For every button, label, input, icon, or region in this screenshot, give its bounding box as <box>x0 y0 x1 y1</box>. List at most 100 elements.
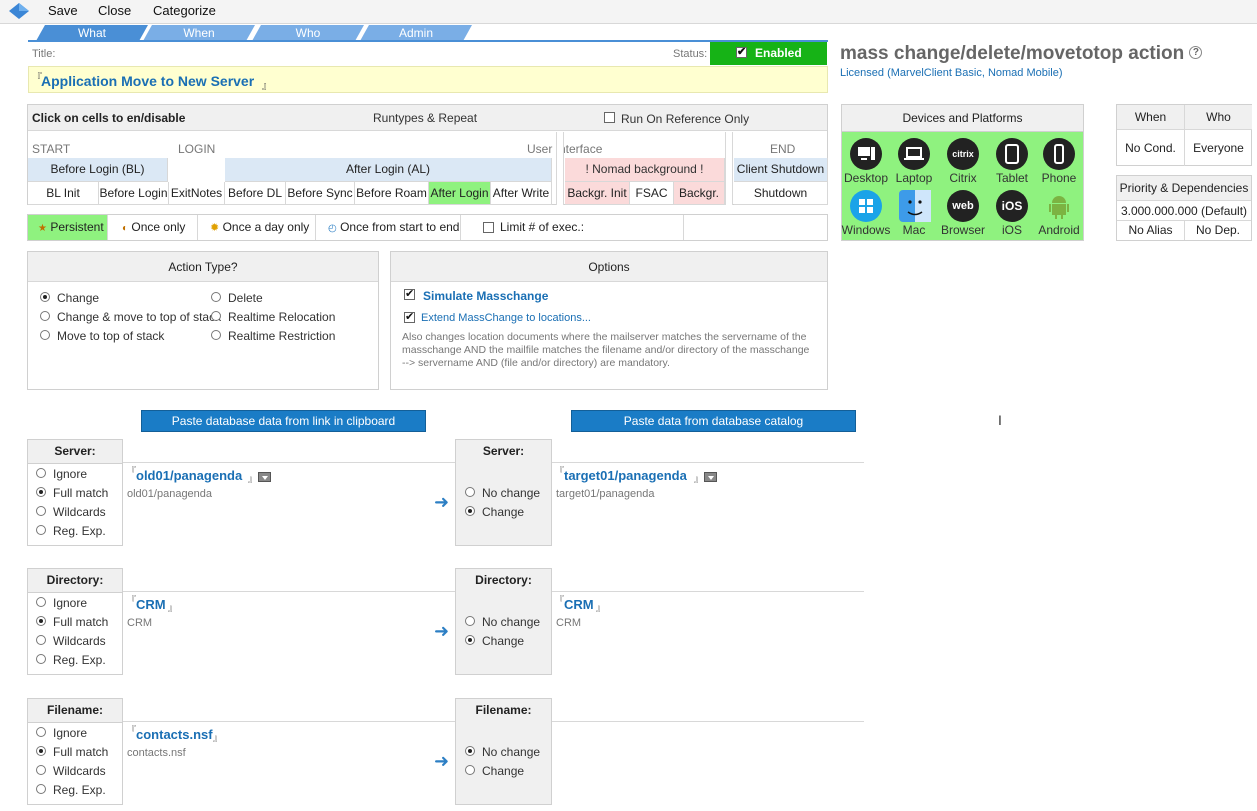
directory-full-match-radio[interactable] <box>36 616 46 626</box>
star-icon: ★ <box>38 223 47 234</box>
filename-wildcards-radio[interactable] <box>36 765 46 775</box>
directory-source-value[interactable]: CRM <box>136 597 166 612</box>
mac-icon[interactable] <box>899 190 931 222</box>
repeat-limit[interactable]: Limit # of exec.: <box>461 215 684 240</box>
android-icon[interactable] <box>1043 190 1075 222</box>
tab-what[interactable]: What <box>36 25 148 41</box>
help-icon[interactable]: ? <box>1189 46 1203 59</box>
tablet-icon[interactable] <box>996 138 1028 170</box>
cell-after-login[interactable]: After Login <box>429 182 491 205</box>
who-value[interactable]: Everyone <box>1185 130 1252 166</box>
when-value[interactable]: No Cond. <box>1117 130 1185 166</box>
after-login-al[interactable]: After Login (AL) <box>225 158 552 182</box>
filename-regexp-radio[interactable] <box>36 784 46 794</box>
extend-link[interactable]: Extend MassChange to locations... <box>421 312 591 324</box>
directory-target-value[interactable]: CRM <box>564 597 594 612</box>
extend-checkbox[interactable]: ✔ <box>404 312 415 323</box>
action-delete-radio[interactable] <box>211 292 221 302</box>
browser-icon[interactable]: web <box>947 190 979 222</box>
server-regexp-radio[interactable] <box>36 525 46 535</box>
action-change-label: Change <box>57 291 100 305</box>
action-realtime-restriction-radio[interactable] <box>211 330 221 340</box>
server-nochange-radio[interactable] <box>465 487 475 497</box>
ios-icon[interactable]: iOS <box>996 190 1028 222</box>
filename-ignore-radio[interactable] <box>36 727 46 737</box>
filename-nochange-radio[interactable] <box>465 746 475 756</box>
tab-admin[interactable]: Admin <box>360 25 472 41</box>
directory-ignore-radio[interactable] <box>36 597 46 607</box>
cell-shutdown[interactable]: Shutdown <box>734 182 828 205</box>
dependency-value[interactable]: No Dep. <box>1185 221 1251 240</box>
directory-change-radio[interactable] <box>465 635 475 645</box>
cell-before-login[interactable]: Before Login <box>99 182 169 205</box>
directory-nochange-radio[interactable] <box>465 616 475 626</box>
categorize-button[interactable]: Categorize <box>153 3 216 18</box>
repeat-persistent[interactable]: ★ Persistent <box>28 215 108 240</box>
cell-backgr[interactable]: Backgr. <box>674 182 725 205</box>
directory-wildcards-radio[interactable] <box>36 635 46 645</box>
platform-windows-label: Windows <box>841 223 891 237</box>
repeat-once-start-end[interactable]: ◴ Once from start to end <box>316 215 461 240</box>
filename-full-match-radio[interactable] <box>36 746 46 756</box>
server-wildcards-radio[interactable] <box>36 506 46 516</box>
server-change-label: Change <box>482 505 525 519</box>
status-checkbox[interactable]: ✔ <box>736 47 747 58</box>
limit-checkbox[interactable] <box>483 222 494 233</box>
alias-value[interactable]: No Alias <box>1117 221 1185 240</box>
server-target-value[interactable]: target01/panagenda <box>564 468 687 483</box>
action-move-top-radio[interactable] <box>40 330 50 340</box>
server-ignore-radio[interactable] <box>36 468 46 478</box>
nomad-background[interactable]: ! Nomad background ! <box>565 158 725 182</box>
server-target-dropdown-icon[interactable] <box>704 472 717 482</box>
action-realtime-relocation-radio[interactable] <box>211 311 221 321</box>
server-ignore-label: Ignore <box>53 467 88 481</box>
tab-who[interactable]: Who <box>252 25 364 41</box>
paste-link-button[interactable]: Paste database data from link in clipboa… <box>141 410 426 432</box>
action-change-radio[interactable] <box>40 292 50 302</box>
cell-fsac[interactable]: FSAC <box>630 182 674 205</box>
cell-bl-init[interactable]: BL Init <box>28 182 99 205</box>
title-field[interactable]: 『 Application Move to New Server 』 <box>28 66 828 93</box>
citrix-icon[interactable]: citrix <box>947 138 979 170</box>
directory-label: Directory: <box>46 573 104 587</box>
priority-panel: Priority & Dependencies 3.000.000.000 (D… <box>1116 175 1252 241</box>
server-source-dropdown-icon[interactable] <box>258 472 271 482</box>
before-login-bl[interactable]: Before Login (BL) <box>28 158 168 182</box>
client-shutdown[interactable]: Client Shutdown <box>734 158 828 182</box>
cell-before-sync[interactable]: Before Sync <box>286 182 355 205</box>
cell-after-write[interactable]: After Write <box>491 182 552 205</box>
phone-icon[interactable] <box>1043 138 1075 170</box>
repeat-once-only[interactable]: ◐ Once only <box>108 215 198 240</box>
end-label: END <box>770 142 796 156</box>
windows-icon[interactable] <box>850 190 882 222</box>
tab-when[interactable]: When <box>143 25 255 41</box>
server-change-radio[interactable] <box>465 506 475 516</box>
server-source-sub: old01/panagenda <box>127 488 213 500</box>
save-button[interactable]: Save <box>48 3 78 18</box>
devices-header: Devices and Platforms <box>842 105 1083 132</box>
directory-regexp-radio[interactable] <box>36 654 46 664</box>
cell-exitnotes[interactable]: ExitNotes <box>169 182 225 205</box>
filename-change-radio[interactable] <box>465 765 475 775</box>
cell-backgr-init[interactable]: Backgr. Init <box>565 182 630 205</box>
laptop-icon[interactable] <box>898 138 930 170</box>
action-type-panel: Action Type? Change Change & move to top… <box>27 251 379 390</box>
cell-before-roam[interactable]: Before Roam <box>355 182 429 205</box>
status-toggle[interactable]: ✔ Enabled <box>710 42 827 65</box>
page-title: mass change/delete/movetotop action ? <box>840 43 1203 65</box>
once-icon: ◐ <box>122 223 129 234</box>
simulate-checkbox[interactable]: ✔ <box>404 289 415 300</box>
action-change-move-radio[interactable] <box>40 311 50 321</box>
server-full-match-radio[interactable] <box>36 487 46 497</box>
run-ref-only-checkbox[interactable] <box>604 112 615 123</box>
paste-catalog-button[interactable]: Paste data from database catalog <box>571 410 856 432</box>
repeat-once-day[interactable]: ✹ Once a day only <box>198 215 316 240</box>
desktop-icon[interactable] <box>850 138 882 170</box>
filename-label: Filename: <box>46 703 103 717</box>
server-source-value[interactable]: old01/panagenda <box>136 468 242 483</box>
device-tablet-label: Tablet <box>995 171 1029 185</box>
cell-before-dl[interactable]: Before DL <box>225 182 286 205</box>
close-button[interactable]: Close <box>98 3 131 18</box>
filename-source-value[interactable]: contacts.nsf <box>136 727 213 742</box>
priority-value[interactable]: 3.000.000.000 (Default) <box>1117 201 1251 221</box>
